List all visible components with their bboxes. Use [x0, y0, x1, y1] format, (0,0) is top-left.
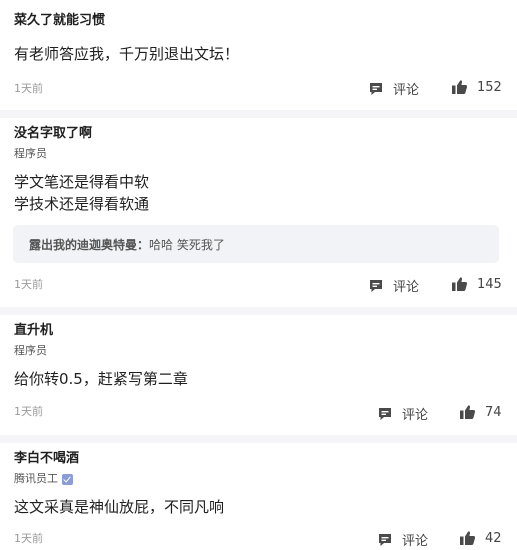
author-role-label: 程序员: [14, 344, 47, 357]
comment-label: 评论: [393, 83, 420, 98]
comment-bubble-icon: [379, 533, 391, 546]
reply-preview[interactable]: 露出我的迪迦奥特曼： 哈哈 笑死我了: [13, 225, 499, 263]
comment-divider: [0, 307, 517, 315]
comment-text-line: 给你转0.5，赶紧写第二章: [14, 370, 188, 388]
author-role: 程序员: [14, 147, 47, 161]
comment-reply-button[interactable]: 评论: [368, 79, 419, 98]
like-button[interactable]: 152: [451, 79, 502, 95]
comment-timestamp: 1天前: [14, 82, 43, 95]
like-button[interactable]: 42: [459, 530, 502, 546]
like-count: 42: [485, 530, 502, 546]
comment-timestamp: 1天前: [14, 532, 43, 545]
reply-text: 哈哈 笑死我了: [149, 237, 225, 252]
like-count: 74: [485, 404, 502, 420]
comment-text-line: 学技术还是得看软通: [14, 195, 150, 213]
thumbs-up-icon: [452, 80, 468, 94]
like-button[interactable]: 74: [459, 404, 502, 420]
thumbs-up-icon: [460, 531, 476, 545]
comment-timestamp: 1天前: [14, 278, 43, 291]
comment-text-line: 学文笔还是得看中软: [14, 173, 150, 191]
comment-reply-button[interactable]: 评论: [368, 276, 419, 295]
author-role-label: 程序员: [14, 147, 47, 160]
author-role: 腾讯员工: [14, 472, 73, 486]
comment-label: 评论: [393, 280, 420, 295]
comment-timestamp: 1天前: [14, 405, 43, 418]
comment-label: 评论: [402, 534, 429, 549]
like-count: 145: [477, 276, 502, 292]
like-count: 152: [477, 79, 502, 95]
comment-label: 评论: [402, 408, 429, 423]
comment-author[interactable]: 李白不喝酒: [14, 451, 79, 467]
comment-divider: [0, 435, 517, 443]
author-role-label: 腾讯员工: [14, 472, 58, 485]
like-button[interactable]: 145: [451, 276, 502, 292]
comment-reply-button[interactable]: 评论: [377, 530, 428, 549]
comment-reply-button[interactable]: 评论: [377, 404, 428, 423]
comment-text-line: 这文采真是神仙放屁，不同凡响: [14, 498, 225, 516]
thumbs-up-icon: [452, 277, 468, 291]
comment-bubble-icon: [379, 407, 391, 420]
reply-author[interactable]: 露出我的迪迦奥特曼：: [29, 236, 149, 253]
author-role: 程序员: [14, 344, 47, 358]
comment-divider: [0, 110, 517, 118]
comment-text-line: 有老师答应我，千万别退出文坛！: [14, 45, 240, 63]
verified-badge-icon: [62, 473, 73, 485]
comment-author[interactable]: 没名字取了啊: [14, 126, 92, 142]
comment-bubble-icon: [370, 279, 382, 292]
comment-author[interactable]: 直升机: [14, 323, 53, 339]
comment-bubble-icon: [370, 82, 382, 95]
comment-author[interactable]: 菜久了就能习惯: [14, 13, 105, 29]
thumbs-up-icon: [460, 405, 476, 419]
